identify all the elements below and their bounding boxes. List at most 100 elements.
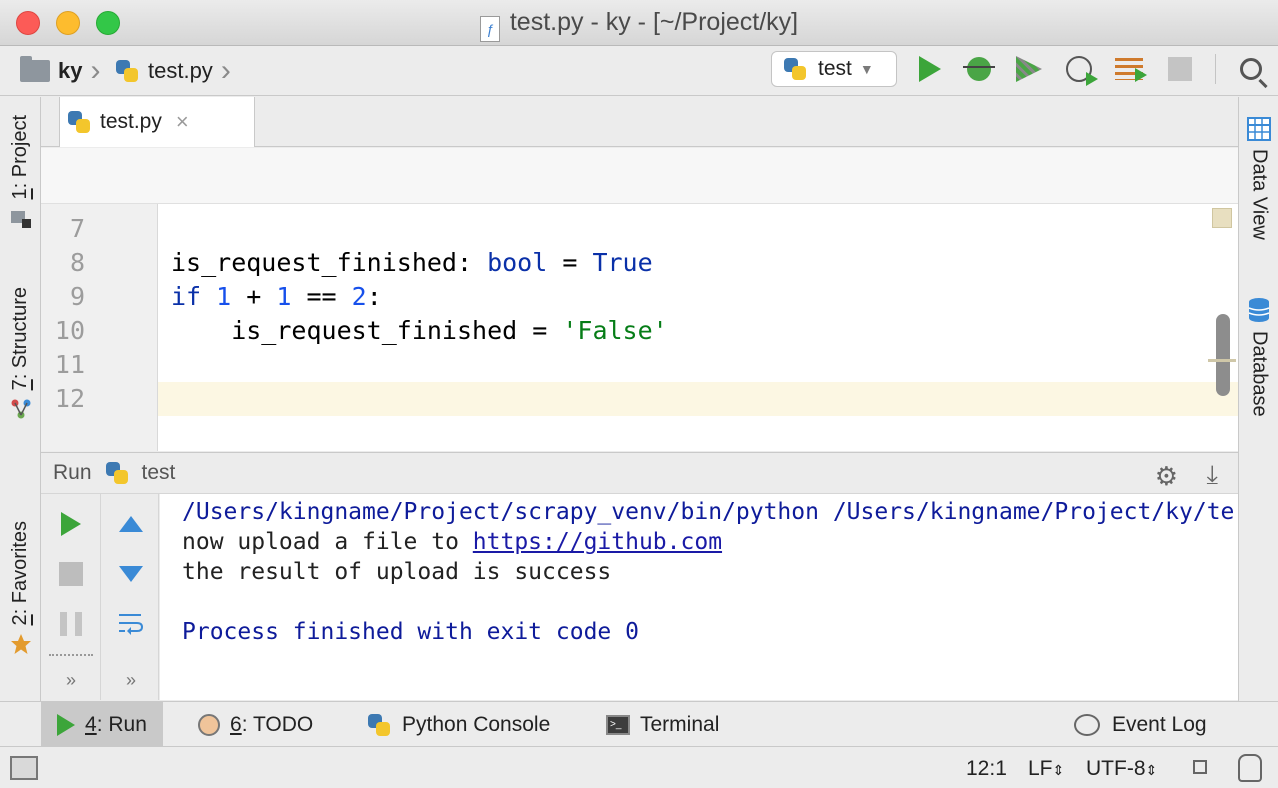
run-mnemonic: 4 (85, 712, 97, 736)
tool-button-run[interactable]: 4: Run (41, 702, 163, 747)
structure-icon (11, 399, 30, 419)
caret-position[interactable]: 12:1 (966, 757, 1007, 781)
more-actions-button[interactable]: » (117, 666, 145, 694)
concurrency-diagram-button[interactable] (1114, 54, 1147, 84)
event-log-icon (1074, 713, 1100, 736)
editor-tab-test-py[interactable]: test.py × (59, 97, 255, 147)
code-text: is_request_finished: bool = True (171, 248, 653, 277)
editor-tabs-bar: test.py × (41, 97, 1238, 147)
data-view-tab-label: Data View (1248, 149, 1271, 240)
todo-icon (198, 713, 220, 736)
code-editor[interactable]: 7 8 is_request_finished: bool = True 9 i… (41, 204, 1238, 451)
project-tab-label: 1: Project (9, 115, 32, 199)
code-line: 10 is_request_finished = 'False' (41, 314, 1201, 348)
tool-button-terminal[interactable]: >_ Terminal (590, 702, 735, 747)
console-link[interactable]: https://github.com (473, 529, 722, 555)
toolbar-divider (49, 654, 93, 656)
soft-wrap-icon (119, 614, 144, 635)
line-number: 9 (69, 282, 85, 311)
current-line-highlight (158, 382, 1238, 416)
structure-tab-label: 7: Structure (9, 287, 32, 390)
tool-tab-data-view[interactable]: Data View (1239, 117, 1278, 240)
hector-inspector-icon[interactable] (1238, 754, 1262, 782)
code-line-current: 12 (41, 382, 158, 416)
line-number: 11 (54, 350, 85, 379)
toggle-tool-windows-icon[interactable] (10, 756, 38, 780)
run-panel-title: Run (53, 461, 92, 484)
todo-tool-label: : TODO (241, 712, 314, 736)
chevron-right-icon: › (90, 54, 101, 87)
todo-mnemonic: 6 (230, 712, 242, 736)
event-log-label: Event Log (1112, 712, 1207, 736)
soft-wrap-button[interactable] (117, 610, 145, 638)
favorites-tab-mnemonic: 2 (9, 614, 31, 626)
run-console-output[interactable]: /Users/kingname/Project/scrapy_venv/bin/… (160, 494, 1238, 700)
error-stripe-marker[interactable] (1208, 359, 1236, 362)
status-bar: 12:1 LF⇕ UTF-8⇕ (0, 748, 1278, 788)
tool-button-todo[interactable]: 6: TODO (182, 702, 329, 747)
editor-scrollbar[interactable] (1216, 314, 1230, 396)
run-configuration-select[interactable]: test ▼ (771, 51, 897, 87)
tool-tab-favorites[interactable]: 2: Favorites (0, 521, 41, 655)
python-file-icon: ƒ (479, 16, 500, 42)
more-actions-button[interactable]: » (57, 666, 85, 694)
code-line: 11 (41, 348, 1201, 382)
tool-tab-project[interactable]: 1: Project (0, 115, 41, 229)
run-panel-config[interactable]: test (142, 461, 176, 485)
scroll-down-button[interactable] (117, 560, 145, 588)
window-title-wrap: ƒ test.py - ky - [~/Project/ky] (0, 8, 1278, 42)
python-console-icon (366, 712, 392, 738)
right-tool-strip: Data View Database (1238, 97, 1278, 701)
hide-panel-icon[interactable]: ⤓ (1207, 459, 1219, 491)
double-chevron-icon: » (125, 669, 136, 690)
terminal-icon: >_ (606, 714, 630, 735)
scroll-up-button[interactable] (117, 510, 145, 538)
inspection-status-icon[interactable] (1212, 208, 1232, 228)
python-icon (782, 56, 808, 82)
concurrency-icon (1115, 58, 1147, 82)
pause-output-button[interactable] (57, 610, 85, 638)
updown-icon: ⇕ (1052, 762, 1065, 778)
folder-icon (20, 56, 50, 82)
python-icon (104, 460, 130, 486)
line-separator-value: LF (1028, 757, 1053, 780)
debug-button[interactable] (963, 54, 995, 84)
console-line: the result of upload is success (182, 559, 612, 585)
project-folder-icon (10, 211, 31, 229)
rerun-button[interactable] (57, 510, 85, 538)
search-everywhere-button[interactable] (1236, 54, 1266, 84)
stop-button[interactable] (1165, 54, 1195, 84)
tool-tab-database[interactable]: Database (1239, 297, 1278, 417)
gear-icon[interactable]: ⚙ (1155, 461, 1178, 492)
favorites-tab-label: 2: Favorites (9, 521, 32, 625)
line-number: 7 (69, 214, 85, 243)
breadcrumb-file[interactable]: test.py › (114, 46, 231, 96)
breadcrumb-project-label: ky (58, 58, 83, 83)
python-file-icon (66, 109, 92, 135)
run-panel-header: Run test ⚙ ⤓ (41, 452, 1238, 494)
database-tab-label: Database (1248, 331, 1271, 417)
line-separator-select[interactable]: LF⇕ (1028, 757, 1064, 781)
lock-icon[interactable] (1193, 760, 1207, 774)
python-console-label: Python Console (402, 712, 551, 736)
left-tool-strip: 1: Project 7: Structure 2: Favorites (0, 97, 41, 701)
breadcrumb-project[interactable]: ky › (20, 46, 100, 96)
chevron-right-icon: › (220, 54, 231, 87)
tool-button-python-console[interactable]: Python Console (350, 702, 566, 747)
close-tab-icon[interactable]: × (176, 109, 189, 135)
breadcrumb-file-label: test.py (148, 58, 213, 83)
run-with-coverage-button[interactable] (1014, 54, 1044, 84)
encoding-select[interactable]: UTF-8⇕ (1086, 757, 1157, 781)
terminal-label: Terminal (640, 712, 720, 736)
favorites-tab-text: : Favorites (9, 521, 31, 615)
run-button[interactable] (915, 54, 945, 84)
profile-button[interactable] (1064, 54, 1098, 86)
tool-tab-structure[interactable]: 7: Structure (0, 287, 41, 420)
console-text: now upload a file to (182, 529, 473, 555)
coverage-icon (1016, 56, 1042, 82)
line-number: 12 (54, 384, 85, 413)
stop-run-button[interactable] (57, 560, 85, 588)
tool-button-event-log[interactable]: Event Log (1058, 702, 1223, 747)
code-line: 7 (41, 212, 1201, 246)
tool-window-bar: 4: Run 6: TODO Python Console >_ Termina… (0, 701, 1278, 747)
